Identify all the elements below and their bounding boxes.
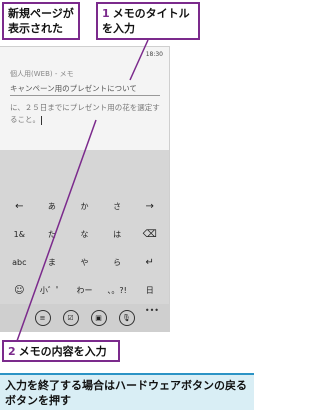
callout-body-input: 2 メモの内容を入力	[2, 340, 120, 362]
key-ma[interactable]: ま	[37, 249, 68, 275]
key-wa[interactable]: わー	[69, 277, 100, 303]
key-right-arrow[interactable]: →	[134, 193, 165, 219]
more-icon[interactable]: •••	[145, 306, 159, 315]
enter-icon[interactable]: ↵	[134, 249, 165, 275]
key-sa[interactable]: さ	[102, 193, 133, 219]
backspace-icon[interactable]: ⌫	[134, 221, 165, 247]
callout-number-2: 2	[8, 345, 16, 358]
callout-new-page: 新規ページが表示された	[2, 2, 80, 40]
list-icon[interactable]: ≡	[34, 310, 51, 326]
app-bar: ≡ ☑ ▣ 🎙 •••	[0, 304, 169, 332]
microphone-icon[interactable]: 🎙	[118, 310, 135, 326]
phone-screen: 18:30 個人用(WEB) - メモ に、２５日までにプレゼント用の花を選定す…	[0, 46, 170, 332]
key-ka[interactable]: か	[69, 193, 100, 219]
key-small-kana[interactable]: 小゛゜	[37, 277, 68, 303]
text-caret	[41, 115, 42, 125]
callout-title-input: 1 メモのタイトルを入力	[96, 2, 200, 40]
key-na[interactable]: な	[69, 221, 100, 247]
key-ya[interactable]: や	[69, 249, 100, 275]
instruction-note-text: 入力を終了する場合はハードウェアボタンの戻るボタンを押す	[5, 379, 247, 407]
key-punctuation[interactable]: 、。?!	[102, 277, 133, 303]
key-left-arrow[interactable]: ←	[4, 193, 35, 219]
emoji-icon[interactable]: ☺	[4, 277, 35, 303]
keyboard: ← あ か さ → 1& た な は ⌫ abc ま や ら ↵ ☺ 小゛゜ わ…	[0, 150, 169, 304]
memo-body-text: に、２５日までにプレゼント用の花を選定すること。	[10, 103, 160, 124]
memo-body-area[interactable]: に、２５日までにプレゼント用の花を選定すること。	[10, 102, 160, 126]
callout-new-page-text: 新規ページが表示された	[8, 7, 74, 35]
callout-number-1: 1	[102, 7, 110, 20]
instruction-note: 入力を終了する場合はハードウェアボタンの戻るボタンを押す	[0, 373, 254, 410]
app-title: 個人用(WEB) - メモ	[10, 70, 74, 78]
key-ta[interactable]: た	[37, 221, 68, 247]
key-japanese[interactable]: 日	[134, 277, 165, 303]
key-ha[interactable]: は	[102, 221, 133, 247]
memo-title-input[interactable]	[10, 81, 160, 96]
key-numbers[interactable]: 1&	[4, 221, 35, 247]
image-icon[interactable]: ▣	[90, 310, 107, 326]
status-time: 18:30	[145, 51, 163, 58]
key-abc[interactable]: abc	[4, 249, 35, 275]
callout-body-text: メモの内容を入力	[18, 345, 107, 358]
key-a[interactable]: あ	[37, 193, 68, 219]
callout-title-text: メモのタイトルを入力	[102, 7, 190, 35]
checkbox-icon[interactable]: ☑	[62, 310, 79, 326]
key-ra[interactable]: ら	[102, 249, 133, 275]
